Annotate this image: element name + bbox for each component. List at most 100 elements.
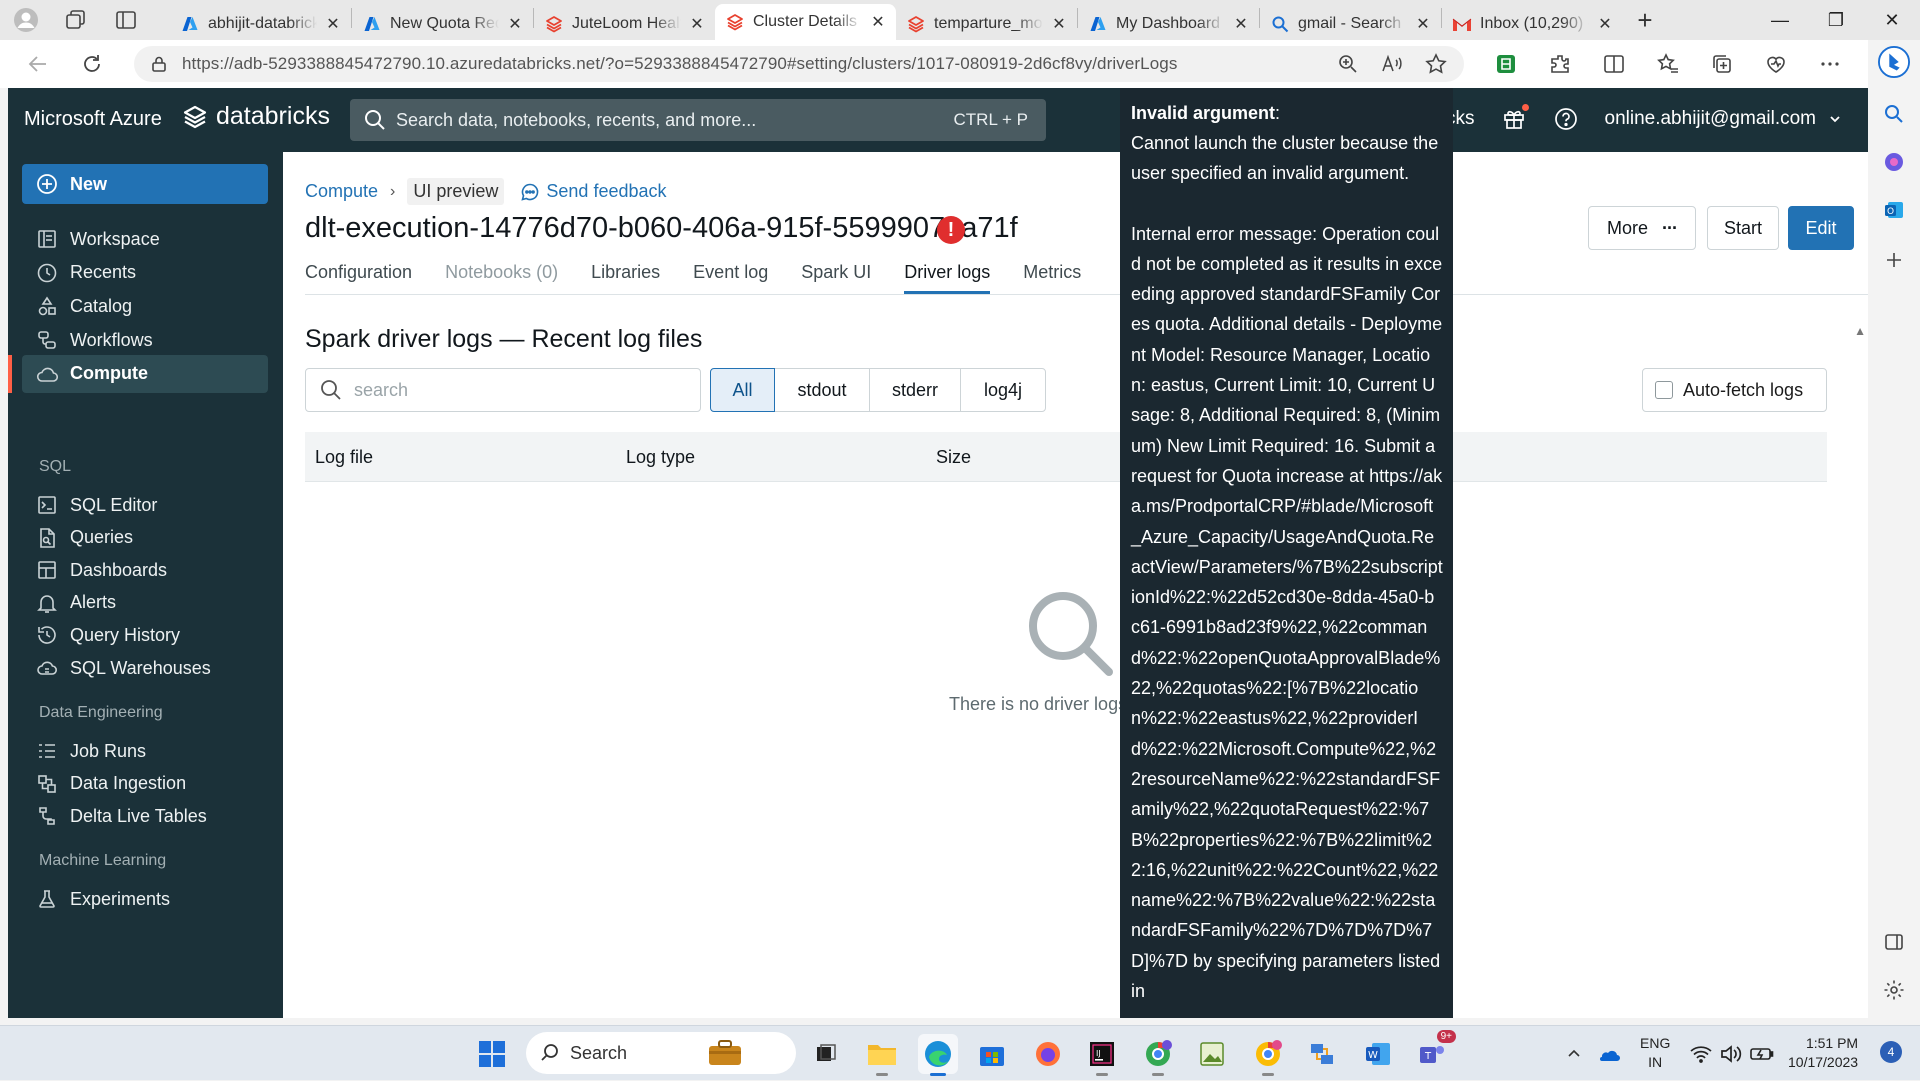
user-menu[interactable]: online.abhijit@gmail.com [1605,106,1849,132]
firefox-icon[interactable] [1028,1034,1068,1074]
close-tab-icon[interactable]: ✕ [325,14,341,34]
zoom-icon[interactable] [1332,48,1364,80]
sidebar-item-catalog[interactable]: Catalog [22,287,268,325]
browser-tab[interactable]: Cluster Details - Databricks ✕ [715,4,896,40]
tab-driver-logs[interactable]: Driver logs [904,262,991,294]
lock-icon[interactable] [150,55,168,73]
split-screen-icon[interactable] [1598,48,1630,80]
new-tab-button[interactable]: + [1627,2,1663,38]
tab-event-log[interactable]: Event log [693,262,768,294]
word-icon[interactable]: W [1358,1034,1398,1074]
sidebar-item-delta-live-tables[interactable]: Delta Live Tables [22,797,268,835]
profile-icon[interactable] [10,4,42,36]
sidebar-item-workspace[interactable]: Workspace [22,220,268,258]
outlook-icon[interactable]: O [1878,194,1910,226]
microsoft-azure-brand[interactable]: Microsoft Azure [24,108,162,131]
notification-count-badge[interactable]: 4 [1880,1041,1902,1063]
close-tab-icon[interactable]: ✕ [1415,14,1431,34]
sidebar-item-workflows[interactable]: Workflows [22,321,268,359]
search-icon[interactable] [1878,98,1910,130]
log-search-input[interactable] [354,379,674,401]
scroll-up-arrow-icon[interactable]: ▲ [1854,324,1866,338]
start-button[interactable]: Start [1707,206,1779,250]
refresh-icon[interactable] [74,46,110,82]
column-header-log-type[interactable]: Log type [626,447,695,468]
favorite-star-icon[interactable] [1420,48,1452,80]
url-field[interactable]: https://adb-5293388845472790.10.azuredat… [134,46,1464,82]
start-windows-icon[interactable] [472,1034,512,1074]
edit-button[interactable]: Edit [1788,206,1854,250]
onedrive-cloud-icon[interactable] [1596,1046,1620,1062]
restore-button[interactable]: ❐ [1808,0,1864,40]
breadcrumb-compute-link[interactable]: Compute [305,181,378,202]
extension-sheets-icon[interactable] [1490,48,1522,80]
tab-notebooks-0[interactable]: Notebooks (0) [445,262,558,294]
add-icon[interactable] [1878,244,1910,276]
send-feedback-link[interactable]: Send feedback [520,181,667,202]
browser-tab[interactable]: abhijit-databricks ✕ [170,8,351,40]
back-icon[interactable] [20,46,56,82]
close-tab-icon[interactable]: ✕ [1233,14,1249,34]
close-window-button[interactable]: ✕ [1864,0,1920,40]
error-status-icon[interactable]: ! [937,216,965,244]
new-button[interactable]: New [22,164,268,204]
close-tab-icon[interactable]: ✕ [1051,14,1067,34]
chevron-up-icon[interactable] [1566,1046,1582,1062]
filter-all[interactable]: All [710,368,775,412]
column-header-log-file[interactable]: Log file [315,447,373,468]
tab-configuration[interactable]: Configuration [305,262,412,294]
more-button[interactable]: More ··· [1588,206,1696,250]
image-viewer-icon[interactable] [1192,1034,1232,1074]
read-aloud-icon[interactable] [1376,48,1408,80]
filter-log4j[interactable]: log4j [960,368,1046,412]
filter-stdout[interactable]: stdout [774,368,870,412]
browser-tab[interactable]: Inbox (10,290) - online ✕ [1442,8,1623,40]
minimize-button[interactable]: — [1752,0,1808,40]
browser-tab[interactable]: gmail - Search ✕ [1260,8,1441,40]
close-tab-icon[interactable]: ✕ [1597,14,1613,34]
log-search-field[interactable] [305,368,701,412]
auto-fetch-toggle[interactable]: Auto-fetch logs [1642,368,1827,412]
more-options-icon[interactable] [1814,48,1846,80]
close-tab-icon[interactable]: ✕ [507,14,523,34]
browser-tab[interactable]: My Dashboard - Microsoft Azure ✕ [1078,8,1259,40]
intellij-icon[interactable]: IJ [1082,1034,1122,1076]
collections-icon[interactable] [1706,48,1738,80]
clock[interactable]: 1:51 PM 10/17/2023 [1788,1034,1858,1072]
filter-stderr[interactable]: stderr [869,368,961,412]
browser-tab[interactable]: New Quota Request ✕ [352,8,533,40]
copilot-icon[interactable] [1878,46,1910,78]
column-header-size[interactable]: Size [936,447,971,468]
shopping-icon[interactable] [1878,146,1910,178]
settings-gear-icon[interactable] [1878,974,1910,1006]
close-tab-icon[interactable]: ✕ [689,14,705,34]
databricks-logo[interactable]: databricks [182,102,330,131]
workspaces-icon[interactable] [60,4,92,36]
quick-settings[interactable] [1690,1026,1774,1081]
chrome-profile-p-icon[interactable] [1248,1034,1288,1076]
file-explorer-icon[interactable] [862,1034,902,1076]
edge-browser-icon[interactable] [918,1034,958,1076]
help-icon[interactable] [1553,106,1579,132]
ms-store-icon[interactable] [972,1034,1012,1074]
teams-icon[interactable]: T 9+ [1412,1030,1456,1074]
browser-essentials-icon[interactable] [1760,48,1792,80]
tab-actions-icon[interactable] [110,4,142,36]
chrome-profile-a-icon[interactable] [1138,1034,1178,1076]
browser-tab[interactable]: temparture_monitor ✕ [896,8,1077,40]
tab-spark-ui[interactable]: Spark UI [801,262,871,294]
sidebar-item-compute[interactable]: Compute [22,354,268,393]
browser-tab[interactable]: JuteLoom Health ✕ [534,8,715,40]
close-tab-icon[interactable]: ✕ [870,12,886,32]
sidebar-toggle-icon[interactable] [1878,926,1910,958]
input-language-indicator[interactable]: ENG IN [1640,1034,1670,1072]
sidebar-item-sql-warehouses[interactable]: SQL Warehouses [22,649,268,687]
sidebar-item-recents[interactable]: Recents [22,254,268,292]
network-app-icon[interactable] [1302,1034,1342,1074]
gift-icon[interactable] [1501,104,1529,132]
taskbar-search[interactable]: Search [526,1032,796,1074]
global-search-bar[interactable]: Search data, notebooks, recents, and mor… [350,99,1046,141]
favorites-icon[interactable] [1652,48,1684,80]
tab-metrics[interactable]: Metrics [1023,262,1081,294]
sidebar-item-experiments[interactable]: Experiments [22,880,268,918]
